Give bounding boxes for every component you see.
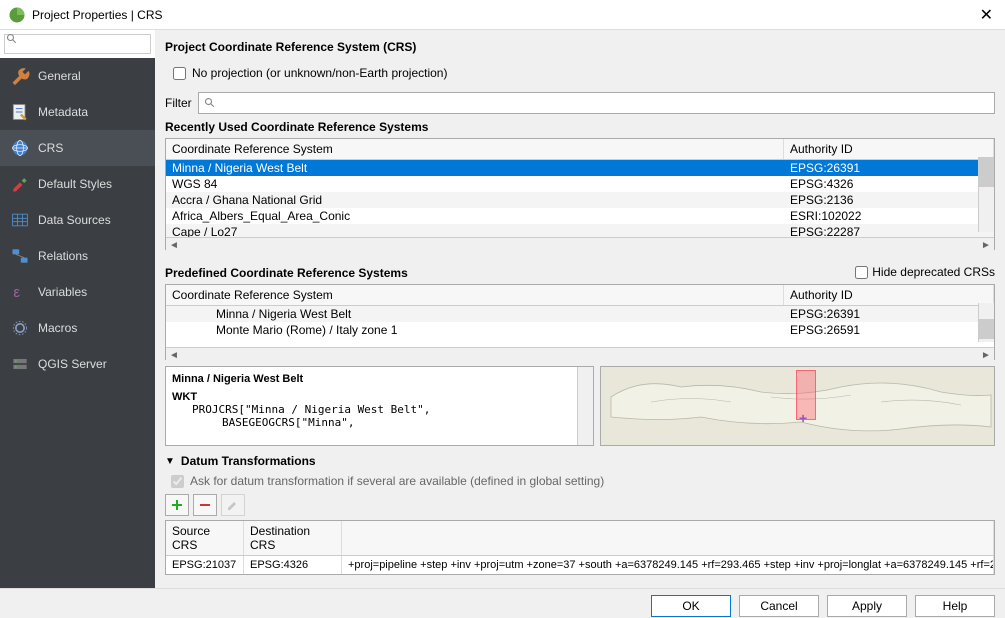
datum-table: Source CRS Destination CRS EPSG:21037 EP… [165,520,995,575]
server-icon [10,354,30,374]
search-icon [204,97,216,109]
apply-button[interactable]: Apply [827,595,907,617]
gear-icon [10,318,30,338]
col-header-crs[interactable]: Coordinate Reference System [166,285,784,305]
table-row[interactable]: Africa_Albers_Equal_Area_Conic ESRI:1020… [166,208,994,224]
sidebar-item-metadata[interactable]: Metadata [0,94,155,130]
datum-heading-toggle[interactable]: ▼ Datum Transformations [165,454,995,468]
map-crosshair-icon: + [799,410,807,426]
sidebar-item-relations[interactable]: Relations [0,238,155,274]
sidebar-item-macros[interactable]: Macros [0,310,155,346]
scrollbar-vertical[interactable] [978,303,994,342]
cancel-button[interactable]: Cancel [739,595,819,617]
sidebar-item-default-styles[interactable]: Default Styles [0,166,155,202]
hide-deprecated-wrap[interactable]: Hide deprecated CRSs [855,265,995,279]
remove-button[interactable] [193,494,217,516]
predef-heading: Predefined Coordinate Reference Systems [165,266,855,280]
wkt-line: PROJCRS["Minna / Nigeria West Belt", [192,403,587,416]
close-icon[interactable]: ✕ [976,5,997,25]
table-row[interactable]: Accra / Ghana National Grid EPSG:2136 [166,192,994,208]
table-row[interactable]: Minna / Nigeria West Belt EPSG:26391 [166,306,994,322]
ok-button[interactable]: OK [651,595,731,617]
table-row[interactable]: Minna / Nigeria West Belt EPSG:26391 [166,160,994,176]
datum-heading: Datum Transformations [181,454,316,468]
sidebar-item-general[interactable]: General [0,58,155,94]
epsilon-icon: ε [10,282,30,302]
svg-text:ε: ε [13,284,20,301]
no-projection-checkbox[interactable] [173,67,186,80]
crs-filter-input[interactable] [198,92,995,114]
predefined-crs-table: Coordinate Reference System Authority ID… [165,284,995,360]
scrollbar-vertical[interactable] [577,367,593,445]
sidebar: General Metadata CRS Default Styles Data… [0,30,155,588]
col-header-crs[interactable]: Coordinate Reference System [166,139,784,159]
wkt-details: Minna / Nigeria West Belt WKT PROJCRS["M… [165,366,594,446]
scrollbar-vertical[interactable] [978,157,994,232]
help-button[interactable]: Help [915,595,995,617]
main-panel: Project Coordinate Reference System (CRS… [155,30,1005,588]
scroll-left-icon[interactable]: ◄ [166,238,182,254]
sidebar-item-label: Variables [38,285,87,299]
sidebar-search-input[interactable] [4,34,151,54]
scrollbar-horizontal[interactable]: ◄► [166,237,994,253]
sidebar-item-label: Metadata [38,105,88,119]
recent-heading: Recently Used Coordinate Reference Syste… [165,120,995,134]
scroll-right-icon[interactable]: ► [978,348,994,364]
scroll-left-icon[interactable]: ◄ [166,348,182,364]
sidebar-item-label: Macros [38,321,77,335]
sidebar-item-data-sources[interactable]: Data Sources [0,202,155,238]
sidebar-item-label: Data Sources [38,213,111,227]
app-icon [8,6,26,24]
wkt-line: BASEGEOGCRS["Minna", [222,416,587,429]
sidebar-item-label: CRS [38,141,63,155]
edit-button [221,494,245,516]
sidebar-item-label: Default Styles [38,177,112,191]
add-button[interactable] [165,494,189,516]
globe-icon [10,138,30,158]
window-title: Project Properties | CRS [32,8,163,22]
sidebar-item-variables[interactable]: ε Variables [0,274,155,310]
relations-icon [10,246,30,266]
crs-heading: Project Coordinate Reference System (CRS… [165,40,995,54]
note-icon [10,102,30,122]
table-row[interactable]: Cape / Lo27 EPSG:22287 [166,224,994,237]
col-header-source-crs[interactable]: Source CRS [166,521,244,555]
recent-crs-table: Coordinate Reference System Authority ID… [165,138,995,250]
col-header-auth[interactable]: Authority ID [784,285,994,305]
table-row[interactable]: EPSG:21037 EPSG:4326 +proj=pipeline +ste… [166,556,994,574]
ask-datum-label: Ask for datum transformation if several … [190,474,604,488]
sidebar-item-label: Relations [38,249,88,263]
sidebar-item-crs[interactable]: CRS [0,130,155,166]
brush-icon [10,174,30,194]
sidebar-item-qgis-server[interactable]: QGIS Server [0,346,155,382]
hide-deprecated-label: Hide deprecated CRSs [872,265,995,279]
hide-deprecated-checkbox[interactable] [855,266,868,279]
table-row[interactable]: Monte Mario (Rome) / Italy zone 1 EPSG:2… [166,322,994,338]
table-row[interactable]: WGS 84 EPSG:4326 [166,176,994,192]
wkt-label: WKT [172,391,587,403]
col-header-operation[interactable] [342,521,994,555]
scrollbar-horizontal[interactable]: ◄► [166,347,994,363]
scroll-right-icon[interactable]: ► [978,238,994,254]
selected-crs-name: Minna / Nigeria West Belt [172,373,587,385]
ask-datum-checkbox [171,475,184,488]
sidebar-item-label: General [38,69,81,83]
wrench-icon [10,66,30,86]
search-icon [6,33,18,45]
table-icon [10,210,30,230]
col-header-dest-crs[interactable]: Destination CRS [244,521,342,555]
collapse-triangle-icon: ▼ [165,456,175,467]
titlebar: Project Properties | CRS ✕ [0,0,1005,30]
no-projection-label: No projection (or unknown/non-Earth proj… [192,66,447,80]
filter-label: Filter [165,96,192,110]
col-header-auth[interactable]: Authority ID [784,139,994,159]
dialog-footer: OK Cancel Apply Help [0,588,1005,618]
sidebar-item-label: QGIS Server [38,357,107,371]
crs-extent-map: + [600,366,995,446]
